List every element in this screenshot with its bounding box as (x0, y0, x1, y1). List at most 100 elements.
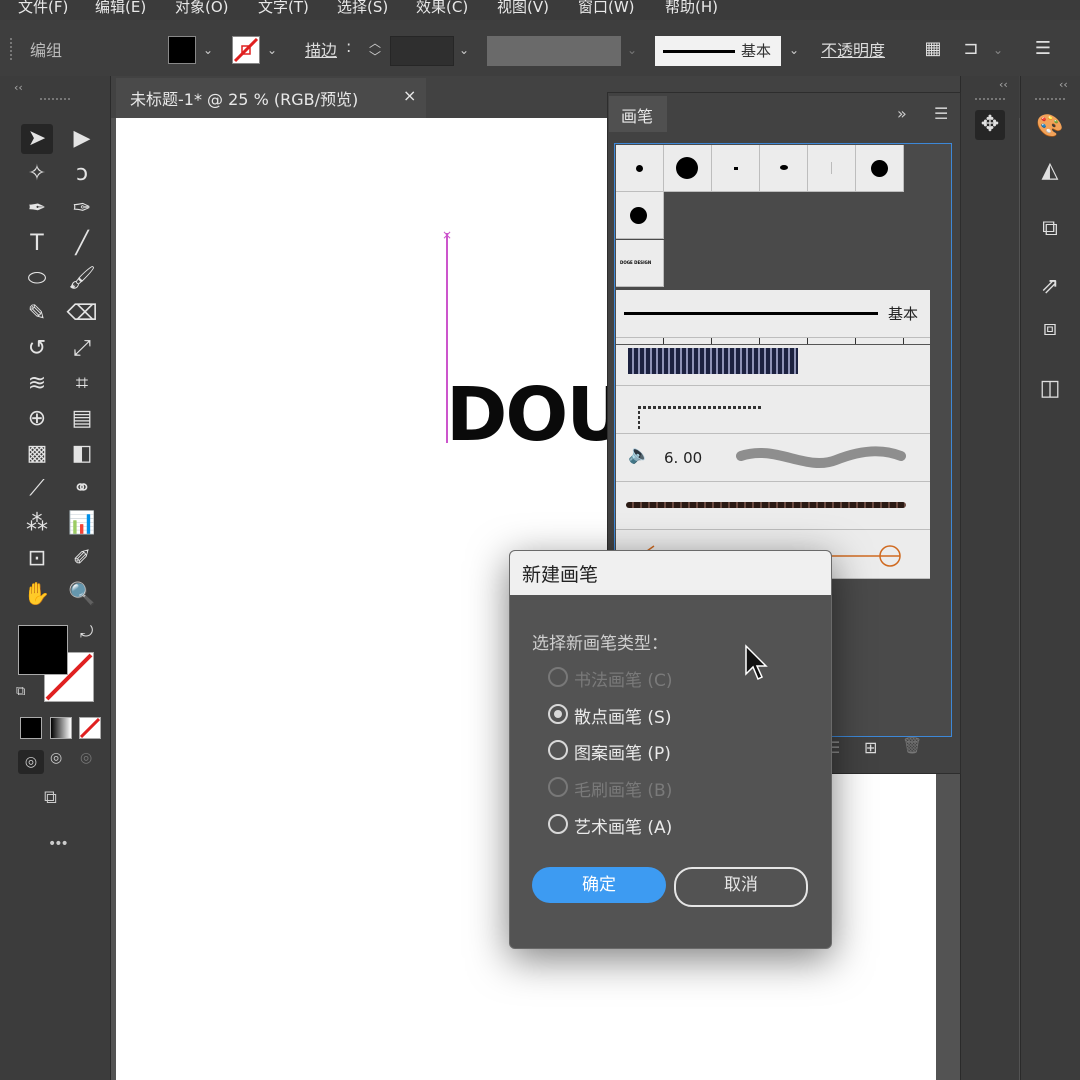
stroke-label[interactable]: 描边 (305, 37, 337, 61)
expand-dock-icon[interactable]: ‹‹ (999, 78, 1008, 91)
brush-swatch[interactable] (808, 145, 856, 192)
grip-handle[interactable] (10, 38, 15, 60)
close-tab-icon[interactable]: × (403, 86, 416, 105)
brush-definition-chevron-icon[interactable]: ⌄ (784, 38, 804, 62)
menu-effect[interactable]: 效果(C) (416, 0, 468, 17)
brush-swatch[interactable] (856, 145, 904, 192)
eyedropper-tool-icon[interactable]: ⟋ (21, 474, 53, 504)
cancel-button[interactable]: 取消 (674, 867, 808, 907)
collapse-panel-icon[interactable]: » (897, 104, 907, 123)
rotate-tool-icon[interactable]: ↺ (21, 334, 53, 364)
width-tool-icon[interactable]: ≋ (21, 369, 53, 399)
menu-view[interactable]: 视图(V) (497, 0, 549, 17)
brush-row-pattern-text[interactable] (616, 386, 930, 434)
delete-brush-icon[interactable]: 🗑 (902, 736, 922, 755)
scale-tool-icon[interactable]: ⤢ (66, 334, 98, 364)
slice-tool-icon[interactable]: ✐ (66, 544, 98, 574)
zoom-tool-icon[interactable]: 🔍 (66, 580, 98, 610)
opacity-label[interactable]: 不透明度 (821, 37, 885, 61)
brush-swatch[interactable] (616, 145, 664, 192)
ellipse-tool-icon[interactable]: ⬭ (21, 264, 53, 294)
export-icon[interactable]: ⇗ (1035, 272, 1065, 302)
expand-right-dock-icon[interactable]: ‹‹ (1059, 78, 1068, 91)
draw-normal-icon[interactable]: ◎ (18, 750, 44, 774)
stroke-dropdown-chevron-icon[interactable]: ⌄ (262, 38, 282, 62)
hand-tool-icon[interactable]: ✋ (21, 580, 53, 610)
shaper-tool-icon[interactable]: ✎ (21, 299, 53, 329)
edit-toolbar-icon[interactable]: ••• (48, 836, 69, 852)
control-bar-menu-icon[interactable]: ☰ (1028, 34, 1058, 64)
line-segment-tool-icon[interactable]: ╱ (66, 229, 98, 259)
stroke-weight-stepper-icon[interactable]: ︿ ﹀ (364, 36, 386, 64)
eraser-tool-icon[interactable]: ⌫ (66, 299, 98, 329)
menu-object[interactable]: 对象(O) (175, 0, 229, 17)
gradient-mode-icon[interactable] (50, 717, 72, 739)
menu-select[interactable]: 选择(S) (337, 0, 388, 17)
transform-icon[interactable]: ⊐ (956, 34, 986, 64)
lasso-tool-icon[interactable]: ↄ (66, 159, 98, 189)
radio-calligraphic[interactable] (548, 667, 568, 687)
selection-tool-icon[interactable]: ➤ (21, 124, 53, 154)
menu-type[interactable]: 文字(T) (258, 0, 309, 17)
stroke-weight-chevron-icon[interactable]: ⌄ (454, 38, 474, 62)
brush-swatch[interactable] (664, 145, 712, 192)
gradient-tool-icon[interactable]: ◧ (66, 439, 98, 469)
screen-mode-icon[interactable]: ⧉ (44, 787, 57, 808)
dock-grip-right[interactable] (1035, 98, 1065, 100)
stroke-swatch[interactable] (232, 36, 260, 64)
pathfinder-icon[interactable]: ⧈ (1035, 314, 1065, 344)
variable-width-profile[interactable] (487, 36, 621, 66)
magic-wand-tool-icon[interactable]: ✧ (21, 159, 53, 189)
curvature-tool-icon[interactable]: ✑ (66, 194, 98, 224)
toolbar-grip[interactable] (40, 98, 70, 103)
paintbrush-tool-icon[interactable]: 🖌 (66, 264, 98, 294)
menu-window[interactable]: 窗口(W) (578, 0, 635, 17)
dock-grip[interactable] (975, 98, 1005, 100)
brushes-panel-tab[interactable]: 画笔 (609, 96, 667, 132)
none-mode-icon[interactable] (79, 717, 101, 739)
menu-file[interactable]: 文件(F) (18, 0, 68, 17)
pen-tool-icon[interactable]: ✒ (21, 194, 53, 224)
color-palette-icon[interactable]: 🎨 (1035, 112, 1065, 142)
color-guide-icon[interactable]: ◭ (1035, 156, 1065, 186)
draw-inside-icon[interactable]: ◎ (80, 750, 92, 766)
free-transform-tool-icon[interactable]: ⌗ (66, 369, 98, 399)
fill-swatch[interactable] (168, 36, 196, 64)
anchor-point-icon[interactable]: × (442, 228, 452, 242)
default-fill-stroke-icon[interactable]: ⧉ (16, 684, 25, 699)
radio-art[interactable] (548, 814, 568, 834)
radio-pattern[interactable] (548, 740, 568, 760)
panel-menu-icon[interactable]: ☰ (934, 104, 948, 123)
shape-builder-tool-icon[interactable]: ⊕ (21, 404, 53, 434)
radio-bristle[interactable] (548, 777, 568, 797)
new-brush-icon[interactable]: ⊞ (864, 738, 877, 757)
artboard-tool-icon[interactable]: ⊡ (21, 544, 53, 574)
collapse-toolbar-icon[interactable]: ‹‹ (14, 81, 23, 94)
menu-help[interactable]: 帮助(H) (665, 0, 718, 17)
column-graph-tool-icon[interactable]: 📊 (66, 509, 98, 539)
radio-scatter[interactable] (548, 704, 568, 724)
blend-tool-icon[interactable]: ⚭ (66, 474, 98, 504)
stroke-weight-input[interactable] (390, 36, 454, 66)
brush-row-pattern[interactable] (616, 338, 930, 386)
document-tab[interactable]: 未标题-1* @ 25 % (RGB/预览) × (116, 78, 426, 118)
swap-fill-stroke-icon[interactable]: ⤾ (80, 622, 93, 642)
fill-color-box[interactable] (18, 625, 68, 675)
direct-selection-tool-icon[interactable]: ▶ (66, 124, 98, 154)
dialog-titlebar[interactable]: 新建画笔 (510, 551, 831, 595)
brush-swatch[interactable] (616, 192, 664, 239)
brush-swatch[interactable]: DOGE DESIGN (616, 240, 664, 287)
symbol-sprayer-tool-icon[interactable]: ⁂ (21, 509, 53, 539)
brush-row-basic[interactable]: 基本 (616, 290, 930, 338)
brush-row-bristle[interactable]: 🔈 6. 00 (616, 434, 930, 482)
draw-behind-icon[interactable]: ◎ (50, 750, 62, 766)
align-icon[interactable]: ▦ (918, 34, 948, 64)
color-mode-icon[interactable] (20, 717, 42, 739)
ok-button[interactable]: 确定 (532, 867, 666, 903)
menu-edit[interactable]: 编辑(E) (95, 0, 146, 17)
brushes-panel-icon[interactable]: ✥ (975, 110, 1005, 140)
artwork-text[interactable]: DOU (446, 372, 626, 458)
brush-definition-field[interactable]: 基本 (655, 36, 781, 66)
transform-panel-icon[interactable]: ⧉ (1035, 214, 1065, 244)
perspective-grid-tool-icon[interactable]: ▤ (66, 404, 98, 434)
